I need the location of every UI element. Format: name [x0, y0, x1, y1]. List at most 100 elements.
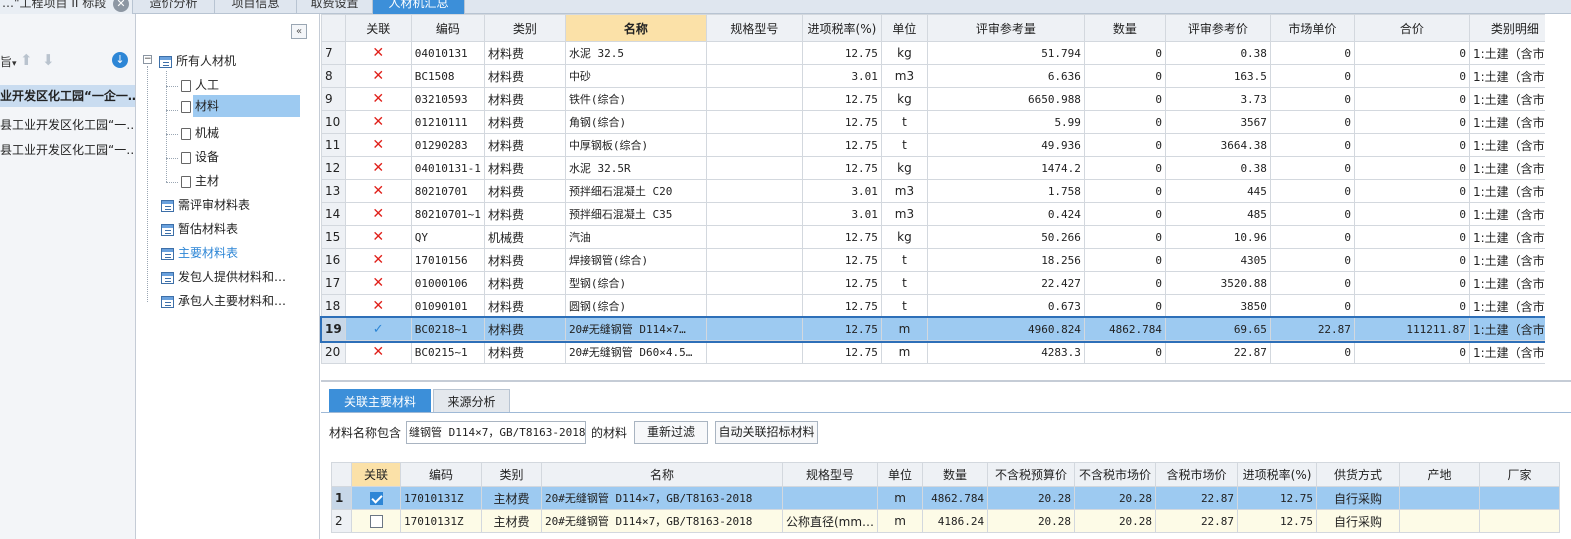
- unit-cell[interactable]: t: [880, 248, 928, 272]
- link-status[interactable]: ✕: [344, 340, 412, 364]
- row-number[interactable]: 16: [321, 248, 346, 272]
- refilter-button[interactable]: 重新过滤: [634, 421, 708, 444]
- code-cell[interactable]: 01090101: [410, 294, 485, 318]
- tax-rate-cell[interactable]: 12.75: [1237, 486, 1318, 510]
- category-cell[interactable]: 材料费: [483, 133, 566, 157]
- qty-cell[interactable]: 4862.784: [922, 486, 989, 510]
- name-cell[interactable]: 角钢(综合): [564, 110, 707, 134]
- name-cell[interactable]: 20#无缝钢管 D114×7，GB/T8163-2018: [541, 486, 783, 510]
- spec-cell[interactable]: [705, 87, 803, 111]
- name-cell[interactable]: 焊接钢管(综合): [564, 248, 707, 272]
- qty-cell[interactable]: 0: [1083, 179, 1166, 203]
- market-price-cell[interactable]: 0: [1269, 64, 1355, 88]
- spec-cell[interactable]: 公称直径(mm…: [781, 509, 879, 533]
- pretax-market-cell[interactable]: 20.28: [1074, 509, 1157, 533]
- table-row[interactable]: 7 ✕ 04010131 材料费 水泥 32.5 12.75 kg 51.794 0 0.38 0 0…: [321, 41, 1561, 65]
- tax-rate-cell[interactable]: 12.75: [801, 294, 882, 318]
- total-cell[interactable]: 0: [1353, 41, 1470, 65]
- category-cell[interactable]: 材料费: [483, 110, 566, 134]
- column-header[interactable]: 数量: [922, 462, 989, 487]
- unit-cell[interactable]: m3: [880, 64, 928, 88]
- table-row[interactable]: 11 ✕ 01290283 材料费 中厚钢板(综合) 12.75 t 49.936 0 3664.…: [321, 133, 1561, 157]
- name-cell[interactable]: 型钢(综合): [564, 271, 707, 295]
- category-cell[interactable]: 材料费: [483, 87, 566, 111]
- table-row[interactable]: 10 ✕ 01210111 材料费 角钢(综合) 12.75 t 5.99 0 3567 0 0 1:土…: [321, 110, 1561, 134]
- tree-node-estimate-table[interactable]: 暂估材料表: [161, 218, 238, 240]
- market-price-cell[interactable]: 0: [1269, 202, 1355, 226]
- category-cell[interactable]: 材料费: [483, 340, 566, 364]
- tax-rate-cell[interactable]: 12.75: [801, 156, 882, 180]
- link-status[interactable]: ✕: [344, 179, 412, 203]
- row-number[interactable]: 2: [331, 509, 352, 533]
- collapse-panel-button[interactable]: «: [291, 24, 307, 39]
- category-cell[interactable]: 材料费: [483, 156, 566, 180]
- row-number[interactable]: 15: [321, 225, 346, 249]
- row-number[interactable]: 11: [321, 133, 346, 157]
- table-row[interactable]: 9 ✕ 03210593 材料费 铁件(综合) 12.75 kg 6650.988 0 3.73 0…: [321, 87, 1561, 111]
- qty-cell[interactable]: 4862.784: [1083, 317, 1166, 341]
- category-cell[interactable]: 材料费: [483, 179, 566, 203]
- unit-cell[interactable]: m3: [880, 179, 928, 203]
- unit-cell[interactable]: t: [880, 294, 928, 318]
- unit-cell[interactable]: t: [880, 271, 928, 295]
- column-header[interactable]: 规格型号: [781, 462, 879, 487]
- category-cell[interactable]: 材料费: [483, 271, 566, 295]
- name-cell[interactable]: 20#无缝钢管 D114×7…: [564, 317, 707, 341]
- total-cell[interactable]: 111211.87: [1353, 317, 1470, 341]
- qty-cell[interactable]: 0: [1083, 271, 1166, 295]
- tab-linked-main-materials[interactable]: 关联主要材料: [329, 389, 431, 413]
- ref-qty-cell[interactable]: 51.794: [926, 41, 1085, 65]
- link-status[interactable]: ✕: [344, 110, 412, 134]
- name-cell[interactable]: 水泥 32.5: [564, 41, 707, 65]
- tab-cost-analysis[interactable]: 造价分析: [133, 0, 215, 14]
- total-cell[interactable]: 0: [1353, 64, 1470, 88]
- tab-source-analysis[interactable]: 来源分析: [433, 389, 510, 413]
- column-header[interactable]: 供货方式: [1316, 462, 1401, 487]
- column-header[interactable]: 名称: [541, 462, 783, 487]
- code-cell[interactable]: 80210701~1: [410, 202, 485, 226]
- ref-qty-cell[interactable]: 6650.988: [926, 87, 1085, 111]
- qty-cell[interactable]: 0: [1083, 133, 1166, 157]
- tax-rate-cell[interactable]: 12.75: [801, 41, 882, 65]
- code-cell[interactable]: 04010131: [410, 41, 485, 65]
- market-price-cell[interactable]: 22.87: [1269, 317, 1355, 341]
- table-row[interactable]: 18 ✕ 01090101 材料费 圆钢(综合) 12.75 t 0.673 0 3850 0 0 1:…: [321, 294, 1561, 318]
- column-header[interactable]: 不含税市场价: [1074, 462, 1157, 487]
- total-cell[interactable]: 0: [1353, 87, 1470, 111]
- link-status[interactable]: ✕: [344, 248, 412, 272]
- table-row[interactable]: 15 ✕ QY 机械费 汽油 12.75 kg 50.266 0 10.96 0 0 1:土建（含市…: [321, 225, 1561, 249]
- name-cell[interactable]: 圆钢(综合): [564, 294, 707, 318]
- tree-node-machinery[interactable]: 机械: [181, 122, 219, 144]
- ref-price-cell[interactable]: 0.38: [1164, 41, 1271, 65]
- qty-cell[interactable]: 0: [1083, 156, 1166, 180]
- tree-node-material[interactable]: 材料: [181, 95, 300, 117]
- code-cell[interactable]: 01210111: [410, 110, 485, 134]
- supply-method-cell[interactable]: 自行采购: [1316, 509, 1401, 533]
- view-dropdown[interactable]: 旨▾: [0, 53, 17, 70]
- code-cell[interactable]: 01290283: [410, 133, 485, 157]
- category-cell[interactable]: 材料费: [483, 202, 566, 226]
- name-cell[interactable]: 预拌细石混凝土 C20: [564, 179, 707, 203]
- qty-cell[interactable]: 0: [1083, 340, 1166, 364]
- name-cell[interactable]: 水泥 32.5R: [564, 156, 707, 180]
- supply-method-cell[interactable]: 自行采购: [1316, 486, 1401, 510]
- ref-qty-cell[interactable]: 18.256: [926, 248, 1085, 272]
- row-number[interactable]: 1: [331, 486, 352, 510]
- ref-price-cell[interactable]: 485: [1164, 202, 1271, 226]
- grid-scrollbar[interactable]: [1545, 14, 1571, 364]
- total-cell[interactable]: 0: [1353, 156, 1470, 180]
- tree-node-main-table[interactable]: 主要材料表: [161, 242, 238, 264]
- name-cell[interactable]: 中厚钢板(综合): [564, 133, 707, 157]
- ref-qty-cell[interactable]: 0.424: [926, 202, 1085, 226]
- link-status[interactable]: ✕: [344, 156, 412, 180]
- ref-qty-cell[interactable]: 1474.2: [926, 156, 1085, 180]
- column-header[interactable]: 评审参考价: [1164, 14, 1271, 42]
- code-cell[interactable]: 80210701: [410, 179, 485, 203]
- ref-price-cell[interactable]: 3850: [1164, 294, 1271, 318]
- name-cell[interactable]: 中砂: [564, 64, 707, 88]
- ref-qty-cell[interactable]: 6.636: [926, 64, 1085, 88]
- tax-rate-cell[interactable]: 12.75: [801, 248, 882, 272]
- code-cell[interactable]: 04010131-1: [410, 156, 485, 180]
- spec-cell[interactable]: [705, 41, 803, 65]
- row-number[interactable]: 19: [321, 317, 346, 341]
